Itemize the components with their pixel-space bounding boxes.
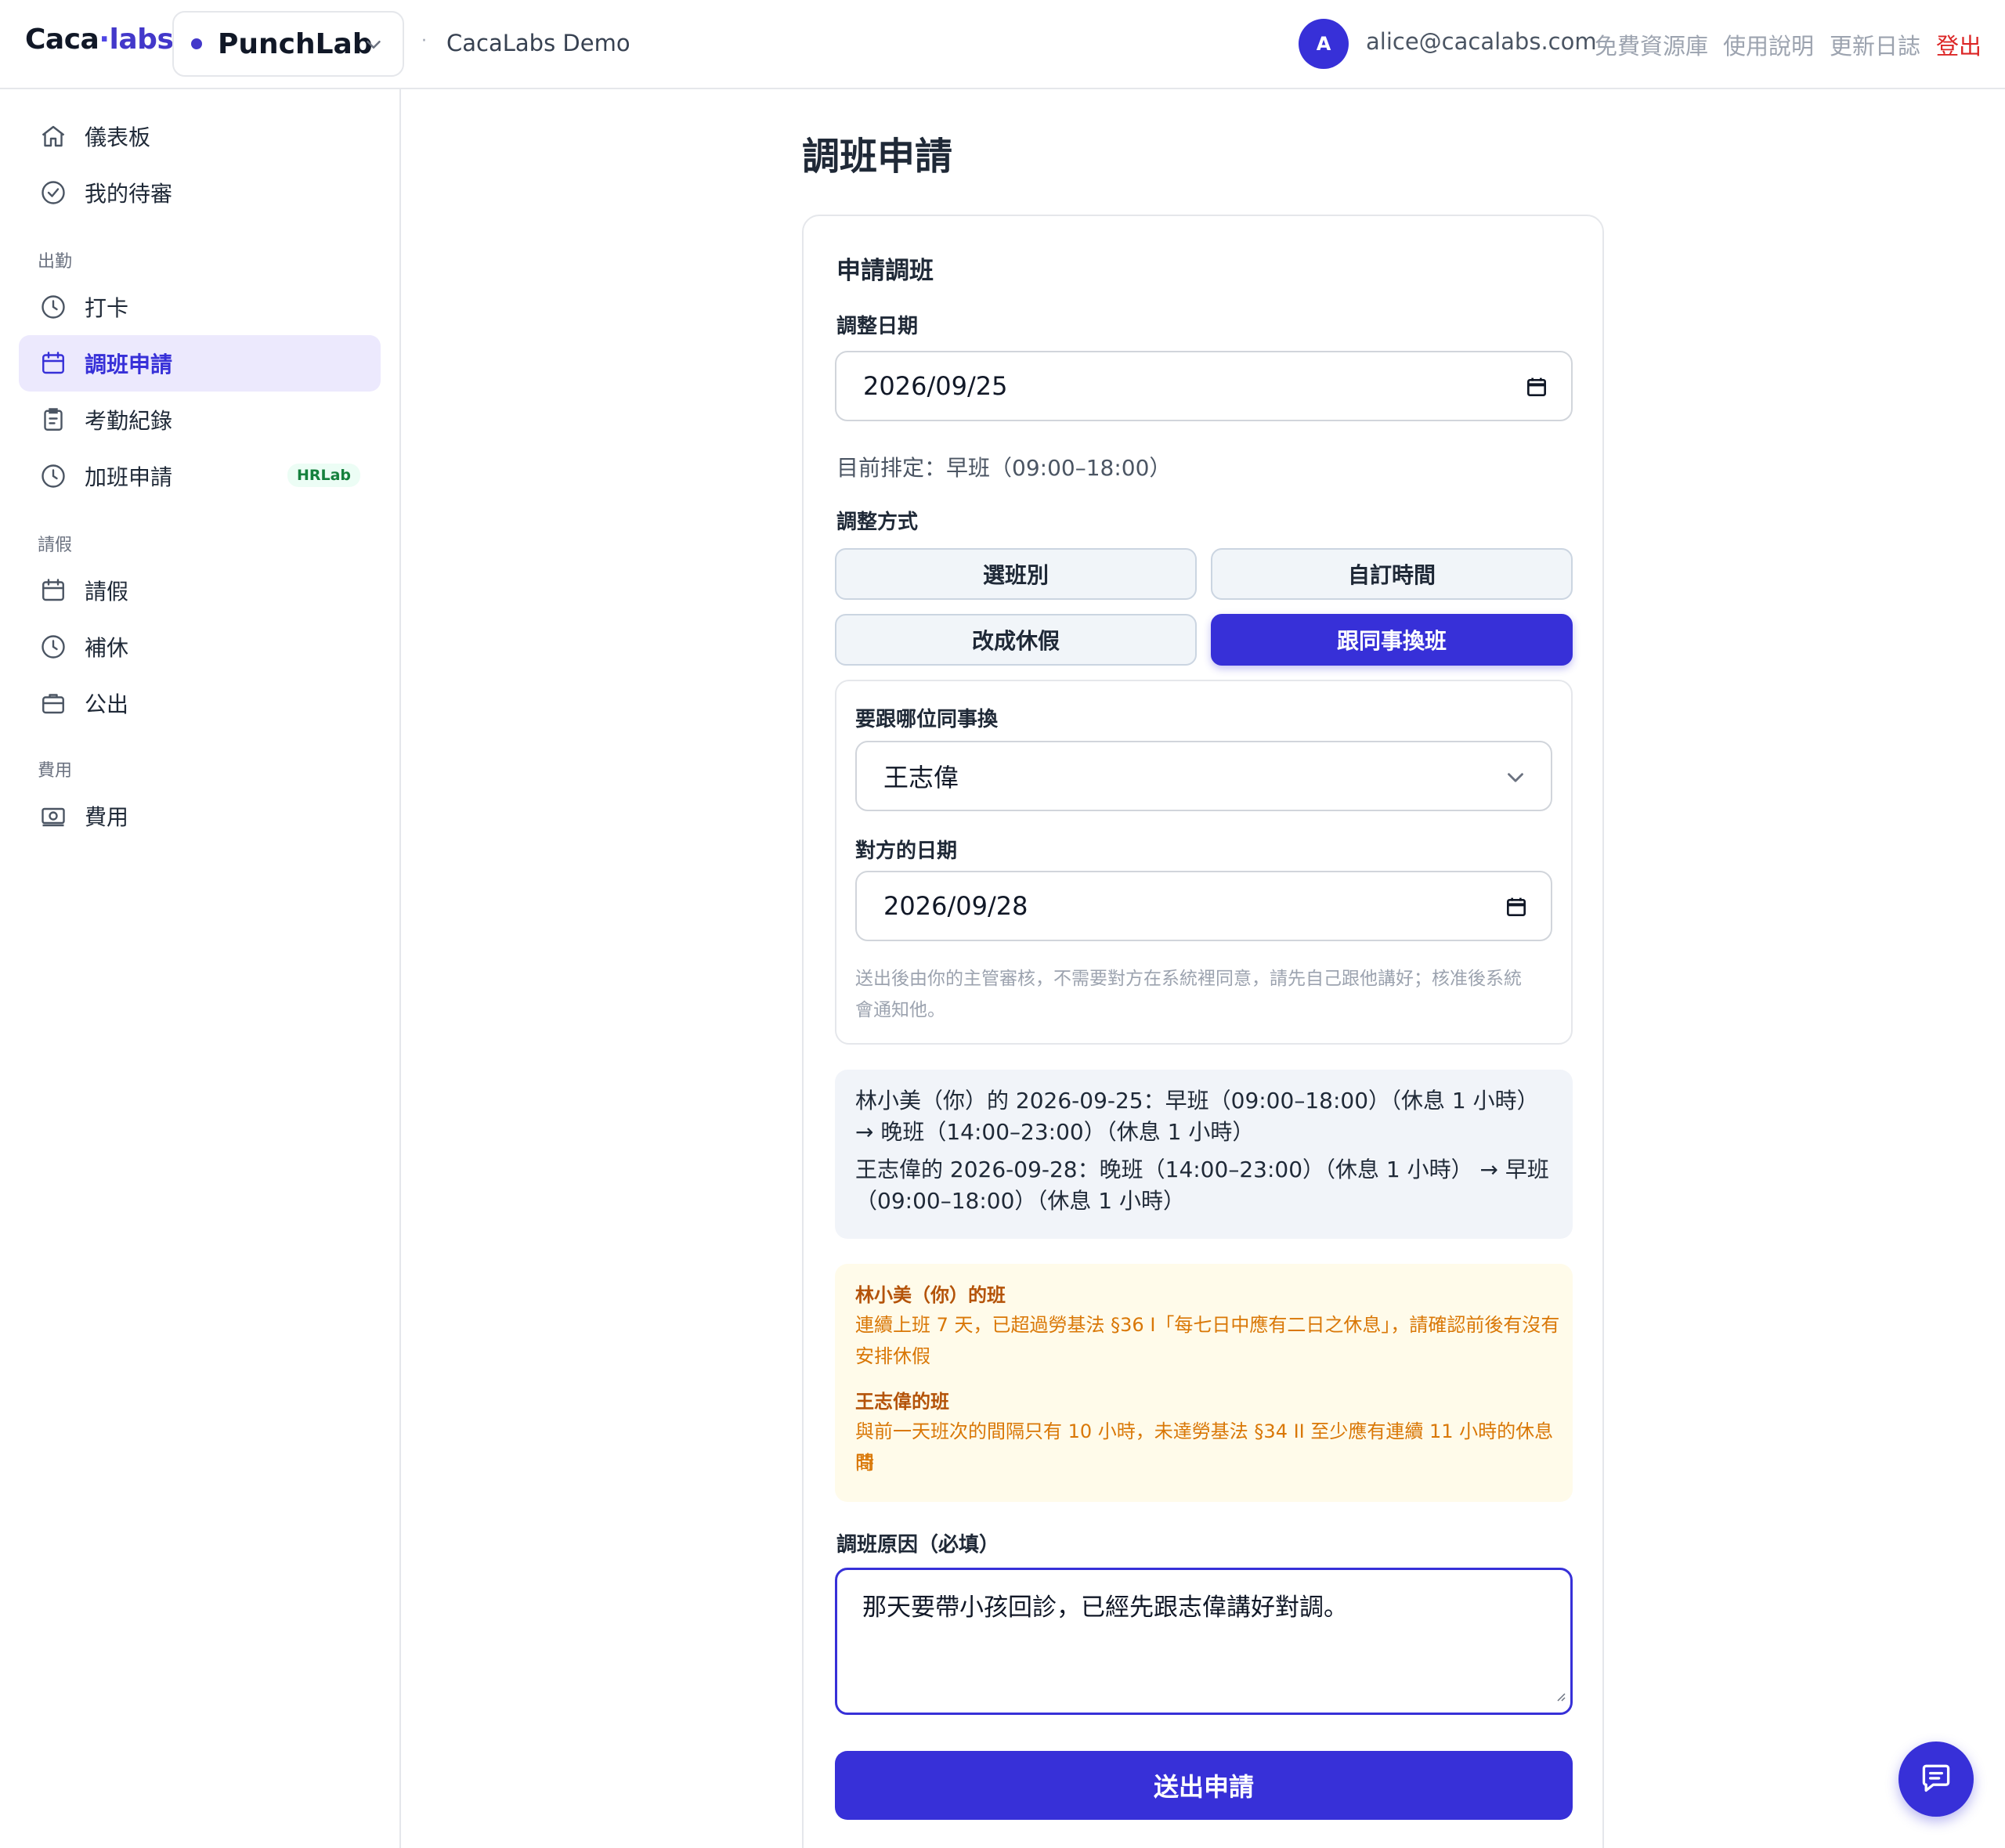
chat-button[interactable] <box>1898 1742 1974 1817</box>
avatar[interactable]: A <box>1299 19 1349 69</box>
their-date-input[interactable]: 2026/09/28 <box>855 871 1552 941</box>
summary-line2b: （09:00–18:00）（休息 1 小時） <box>855 1188 1185 1214</box>
shift-change-form-card: 申請調班 調整日期 2026/09/25 目前排定：早班（09:00–18:00… <box>802 215 1604 1848</box>
sidebar-item-attendance-records[interactable]: 考勤紀錄 <box>19 392 381 448</box>
adjust-date-value: 2026/09/25 <box>863 371 1008 401</box>
money-icon <box>38 800 69 832</box>
sidebar-item-label: 打卡 <box>85 295 129 321</box>
warning-title-self: 林小美（你）的班 <box>855 1284 1006 1306</box>
card-title: 申請調班 <box>836 257 934 285</box>
reason-text: 那天要帶小孩回診，已經先跟志偉講好對調。 <box>862 1594 1348 1622</box>
calendar-picker-icon[interactable] <box>1504 894 1529 926</box>
sidebar-item-leave[interactable]: 請假 <box>19 562 381 619</box>
sidebar-item-overtime[interactable]: 加班申請 HRLab <box>19 448 381 504</box>
page-title: 調班申請 <box>802 135 953 179</box>
colleague-select-value: 王志偉 <box>883 763 959 792</box>
colleague-select[interactable]: 王志偉 <box>855 741 1552 811</box>
warning-text-colleague-line2: 間 <box>855 1452 874 1474</box>
sidebar-section-attendance: 出勤 <box>38 252 73 272</box>
clock-icon <box>38 460 69 492</box>
adjust-date-input[interactable]: 2026/09/25 <box>835 351 1573 421</box>
sidebar-item-business-trip[interactable]: 公出 <box>19 675 381 731</box>
home-icon <box>38 121 69 152</box>
submit-button[interactable]: 送出申請 <box>835 1751 1573 1820</box>
org-name: CacaLabs Demo <box>446 30 630 56</box>
app-logo[interactable]: Caca·labs <box>25 23 174 56</box>
current-schedule-text: 目前排定：早班（09:00–18:00） <box>836 455 1172 481</box>
adjust-date-label: 調整日期 <box>836 315 919 338</box>
clock-icon <box>38 291 69 323</box>
sidebar-item-my-approvals[interactable]: 我的待審 <box>19 164 381 221</box>
colleague-label: 要跟哪位同事換 <box>855 708 999 731</box>
swap-note-line1: 送出後由你的主管審核，不需要對方在系統裡同意，請先自己跟他講好；核准後系統 <box>855 969 1522 989</box>
chevron-down-icon <box>362 33 385 60</box>
sidebar-item-shift-change[interactable]: 調班申請 <box>19 335 381 392</box>
top-header: Caca·labs PunchLab · CacaLabs Demo A ali… <box>0 0 2005 89</box>
resize-handle-icon[interactable] <box>1553 1680 1566 1708</box>
clock-icon <box>38 631 69 662</box>
sidebar-item-label: 公出 <box>85 691 129 717</box>
summary-line1a: 林小美（你）的 2026-09-25：早班（09:00–18:00）（休息 1 … <box>855 1088 1539 1113</box>
warning-text-self-line1: 連續上班 7 天，已超過勞基法 §36 I「每七日中應有二日之休息」，請確認前後… <box>855 1314 1560 1336</box>
briefcase-icon <box>38 688 69 719</box>
sidebar-item-label: 考勤紀錄 <box>85 408 173 434</box>
check-circle-icon <box>38 177 69 208</box>
calendar-icon <box>38 575 69 606</box>
changelog-link[interactable]: 更新日誌 <box>1830 28 1920 61</box>
sidebar-item-label: 補休 <box>85 635 129 661</box>
mode-custom-time-button[interactable]: 自訂時間 <box>1211 548 1573 600</box>
mode-swap-colleague-button[interactable]: 跟同事換班 <box>1211 614 1573 666</box>
sidebar-item-comp-leave[interactable]: 補休 <box>19 619 381 675</box>
app-name: PunchLab <box>218 27 373 60</box>
clipboard-icon <box>38 404 69 435</box>
swap-summary-box: 林小美（你）的 2026-09-25：早班（09:00–18:00）（休息 1 … <box>835 1070 1573 1239</box>
hrlab-badge: HRLab <box>287 464 360 487</box>
their-date-label: 對方的日期 <box>855 839 958 863</box>
app-status-dot <box>191 38 202 49</box>
mode-day-off-button[interactable]: 改成休假 <box>835 614 1197 666</box>
chevron-down-icon <box>1502 764 1529 797</box>
sidebar-item-label: 調班申請 <box>85 352 173 377</box>
sidebar-item-label: 請假 <box>85 579 129 605</box>
user-guide-link[interactable]: 使用說明 <box>1723 28 1814 61</box>
sidebar-item-punch[interactable]: 打卡 <box>19 279 381 335</box>
logout-link[interactable]: 登出 <box>1936 28 1982 61</box>
sidebar-section-leave: 請假 <box>38 536 73 555</box>
reason-textarea[interactable]: 那天要帶小孩回診，已經先跟志偉講好對調。 <box>835 1568 1573 1715</box>
user-email: alice@cacalabs.com <box>1366 28 1597 55</box>
warning-title-colleague: 王志偉的班 <box>855 1391 949 1413</box>
calendar-icon <box>38 348 69 379</box>
sidebar-item-expense[interactable]: 費用 <box>19 788 381 844</box>
summary-line1b: → 晚班（14:00–23:00）（休息 1 小時） <box>855 1119 1255 1145</box>
summary-line2a: 王志偉的 2026-09-28：晚班（14:00–23:00）（休息 1 小時）… <box>855 1157 1549 1182</box>
their-date-value: 2026/09/28 <box>883 891 1028 921</box>
sidebar-item-dashboard[interactable]: 儀表板 <box>19 108 381 164</box>
sidebar-item-label: 費用 <box>85 804 129 830</box>
sidebar-item-label: 儀表板 <box>85 125 151 150</box>
org-separator: · <box>421 31 427 51</box>
calendar-picker-icon[interactable] <box>1524 374 1549 406</box>
warning-text-self-line2: 安排休假 <box>855 1345 930 1367</box>
app-switcher[interactable]: PunchLab <box>172 11 404 77</box>
chat-icon <box>1919 1760 1953 1798</box>
labor-law-warning-box: 林小美（你）的班 連續上班 7 天，已超過勞基法 §36 I「每七日中應有二日之… <box>835 1264 1573 1502</box>
sidebar-item-label: 加班申請 <box>85 464 173 490</box>
sidebar: 儀表板 我的待審 出勤 打卡 調班申請 考勤紀錄 加班申請 HRLab 請假 請… <box>0 89 401 1848</box>
swap-colleague-panel: 要跟哪位同事換 王志偉 對方的日期 2026/09/28 送出後由你的主管審核，… <box>835 680 1573 1045</box>
sidebar-item-label: 我的待審 <box>85 181 173 207</box>
free-resources-link[interactable]: 免費資源庫 <box>1595 28 1708 61</box>
mode-select-shift-button[interactable]: 選班別 <box>835 548 1197 600</box>
adjust-mode-label: 調整方式 <box>836 511 919 534</box>
sidebar-section-expense: 費用 <box>38 761 73 781</box>
reason-label: 調班原因（必填） <box>836 1533 1000 1557</box>
swap-note-line2: 會通知他。 <box>855 1000 945 1020</box>
